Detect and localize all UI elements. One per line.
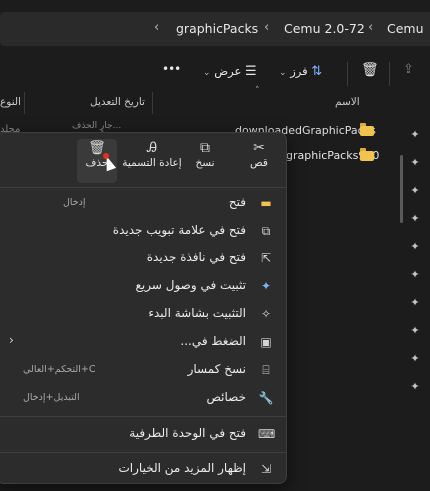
pin-icon[interactable]: ✦ [409, 128, 421, 141]
rename-button[interactable]: Ꭿ إعادة التسمية [121, 139, 183, 183]
new-tab-icon: ⧉ [261, 224, 271, 238]
folder-icon [360, 148, 374, 161]
menu-item-shortcut: إدخال [63, 197, 86, 208]
copy-label: نسخ [195, 157, 215, 169]
copy-path-icon: ⌸ [262, 363, 270, 377]
menu-item-label: فتح في الوحدة الطرفية [129, 426, 246, 440]
column-date-modified[interactable]: تاريخ التعديل [90, 96, 145, 108]
click-indicator-icon [103, 153, 109, 159]
pin-icon[interactable]: ✦ [409, 156, 421, 169]
menu-item-pin-start[interactable]: ✧ التثبيت بشاشة البدء [0, 300, 286, 328]
breadcrumb: ‹ graphicPacks ‹ Cemu 2.0-72 ‹ Cemu [0, 12, 430, 46]
menu-item-properties[interactable]: 🔧 خصائص التبديل+إدخال [0, 384, 286, 412]
pin-icon[interactable]: ✦ [409, 380, 421, 393]
column-type[interactable]: النوع [0, 96, 21, 108]
menu-item-open-new-tab[interactable]: ⧉ فتح في علامة تبويب جديدة [0, 217, 286, 245]
column-divider [24, 92, 25, 114]
view-icon: ☰ [244, 64, 257, 79]
toolbar-divider [347, 62, 348, 86]
chevron-left-icon[interactable]: ‹ [264, 20, 269, 35]
view-label: عرض [214, 64, 242, 78]
menu-item-shortcut: التحكم+العالي+C [23, 364, 96, 375]
cut-label: قص [250, 157, 268, 169]
menu-divider [0, 452, 286, 453]
sort-icon: ⇅ [311, 64, 323, 79]
navigation-pane-pins: ✦ ✦ ✦ ✦ ✦ ✦ ✦ ✦ ✦ ✦ [400, 114, 430, 414]
menu-item-label: فتح في نافذة جديدة [146, 250, 246, 264]
copy-icon: ⧉ [200, 140, 210, 156]
pin-icon[interactable]: ✦ [409, 184, 421, 197]
menu-item-copy-path[interactable]: ⌸ نسخ كمسار التحكم+العالي+C [0, 356, 286, 384]
copy-button[interactable]: ⧉ نسخ [190, 139, 220, 183]
pin-start-icon: ✧ [260, 307, 272, 321]
pin-icon[interactable]: ✦ [409, 212, 421, 225]
breadcrumb-item-cemu[interactable]: Cemu [387, 21, 424, 36]
menu-item-open-terminal[interactable]: ⌨ فتح في الوحدة الطرفية [0, 420, 286, 448]
breadcrumb-item-cemu-version[interactable]: Cemu 2.0-72 [284, 21, 365, 36]
sort-label: فرز [290, 64, 308, 78]
menu-item-open[interactable]: ▬ فتح إدخال [0, 189, 286, 217]
share-icon[interactable]: ⇪ [403, 62, 414, 77]
pin-icon[interactable]: ✦ [409, 352, 421, 365]
column-name[interactable]: الاسم [335, 96, 360, 108]
menu-item-label: فتح في علامة تبويب جديدة [112, 223, 246, 237]
context-menu: ✂ قص ⧉ نسخ Ꭿ إعادة التسمية 🗑 حذف ▬ فتح إ… [0, 132, 287, 484]
menu-item-show-more-options[interactable]: ⇲ إظهار المزيد من الخيارات [0, 455, 286, 483]
menu-item-pin-quick-access[interactable]: ✦ تثبيت في وصول سريع [0, 272, 286, 300]
pin-icon[interactable]: ✦ [409, 296, 421, 309]
more-options-icon: ⇲ [260, 462, 272, 476]
new-window-icon: ⇱ [260, 251, 272, 265]
toolbar-divider [389, 62, 390, 86]
submenu-arrow-icon: › [9, 333, 14, 347]
rename-icon: Ꭿ [146, 140, 158, 156]
menu-item-label: نسخ كمسار [187, 362, 246, 376]
properties-icon: 🔧 [258, 391, 274, 405]
menu-item-compress[interactable]: › ▣ الضغط في... [0, 328, 286, 356]
menu-item-label: خصائص [206, 390, 246, 404]
pin-icon: ✦ [260, 279, 272, 293]
chevron-left-icon[interactable]: ‹ [154, 20, 159, 35]
ghost-status-text: جارٍ الحذف... [72, 121, 122, 131]
view-dropdown[interactable]: ⌄ عرض ☰ [203, 64, 257, 79]
pin-icon[interactable]: ✦ [409, 268, 421, 281]
chevron-left-icon[interactable]: ‹ [368, 20, 373, 35]
menu-item-open-new-window[interactable]: ⇱ فتح في نافذة جديدة [0, 244, 286, 272]
folder-icon [360, 123, 374, 136]
column-headers: النوع تاريخ التعديل ˄ الاسم [0, 86, 400, 114]
sort-arrow-icon: ˄ [255, 86, 260, 96]
sort-dropdown[interactable]: ⌄ فرز ⇅ [279, 64, 322, 79]
delete-toolbar-button[interactable]: 🗑 [361, 62, 379, 78]
terminal-icon: ⌨ [258, 427, 276, 441]
breadcrumb-item-graphicpacks[interactable]: graphicPacks [176, 21, 258, 36]
chevron-down-icon: ⌄ [203, 68, 211, 78]
chevron-down-icon: ⌄ [279, 68, 287, 78]
menu-divider [0, 187, 286, 188]
menu-item-label: التثبيت بشاشة البدء [148, 306, 246, 320]
column-divider [152, 92, 153, 114]
zip-icon: ▣ [260, 335, 272, 349]
pin-icon[interactable]: ✦ [409, 324, 421, 337]
command-bar: ••• ⌄ عرض ☰ ⌄ فرز ⇅ 🗑 ⇪ [0, 56, 430, 90]
file-row[interactable]: graphicPacks960 [280, 145, 400, 167]
pin-icon[interactable]: ✦ [409, 240, 421, 253]
menu-item-label: الضغط في... [180, 334, 246, 348]
menu-item-label: فتح [228, 195, 246, 209]
menu-divider [0, 416, 286, 417]
cut-button[interactable]: ✂ قص [244, 139, 274, 183]
folder-open-icon: ▬ [260, 196, 272, 210]
menu-item-shortcut: التبديل+إدخال [23, 392, 80, 403]
menu-item-label: تثبيت في وصول سريع [135, 278, 246, 292]
scissors-icon: ✂ [253, 140, 265, 156]
rename-label: إعادة التسمية [122, 157, 182, 169]
menu-item-label: إظهار المزيد من الخيارات [118, 461, 247, 475]
more-options-button[interactable]: ••• [162, 62, 181, 76]
